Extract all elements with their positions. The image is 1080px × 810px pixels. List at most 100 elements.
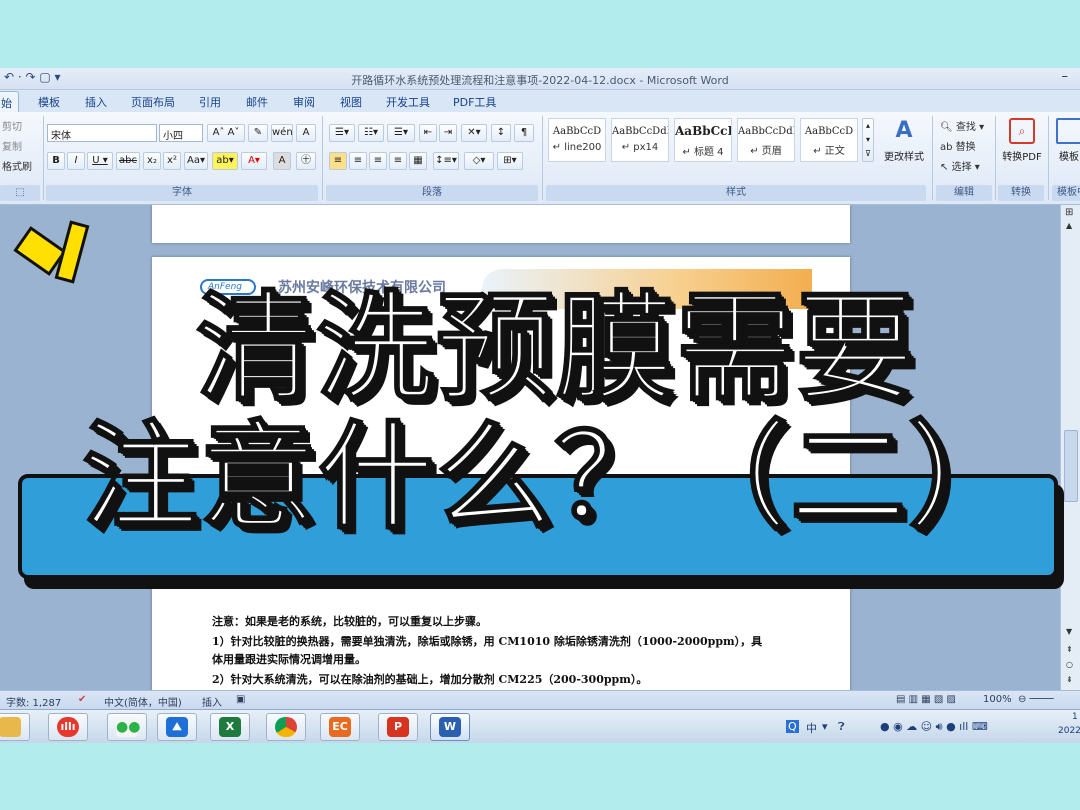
next-page-icon[interactable]: ⇟ <box>1066 675 1073 684</box>
change-styles-button[interactable]: A 更改样式 <box>878 118 930 163</box>
date[interactable]: 2022 <box>1058 726 1080 736</box>
replace-button[interactable]: ab 替换 <box>940 138 976 153</box>
tab-mailings[interactable]: 邮件 <box>246 94 268 110</box>
align-left-button[interactable]: ≡ <box>329 152 347 170</box>
char-border-button[interactable]: A <box>296 124 316 142</box>
zoom-slider[interactable]: ⊖ ──── <box>1018 694 1054 705</box>
macro-record-icon[interactable]: ▣ <box>236 694 245 705</box>
shading-button[interactable]: ◇▾ <box>464 152 494 170</box>
numbering-button[interactable]: ☷▾ <box>358 124 384 142</box>
styles-scroll-buttons[interactable]: ▴ ▾ ⊽ <box>862 118 874 162</box>
change-case-button[interactable]: Aa▾ <box>184 152 208 170</box>
font-color-button[interactable]: A▾ <box>241 152 267 170</box>
zoom-level[interactable]: 100% <box>983 694 1012 705</box>
decrease-indent-button[interactable]: ⇤ <box>419 124 437 142</box>
proofing-icon[interactable]: ✔︎ <box>78 694 86 705</box>
replace-label: 替换 <box>955 142 976 153</box>
copy-button[interactable]: 复制 <box>2 138 22 153</box>
language-indicator[interactable]: 中文(简体，中国) <box>104 694 182 709</box>
italic-button[interactable]: I <box>67 152 85 170</box>
strikethrough-button[interactable]: abc <box>116 152 140 170</box>
phonetic-button[interactable]: wén <box>271 124 293 142</box>
sort-button[interactable]: ↕ <box>491 124 511 142</box>
format-painter-button[interactable]: 格式刷 <box>2 158 32 173</box>
style-tile-px14[interactable]: AaBbCcDdI ↵ px14 <box>611 118 669 162</box>
chinese-layout-button[interactable]: ✕▾ <box>461 124 487 142</box>
line-spacing-button[interactable]: ↕≡▾ <box>433 152 459 170</box>
ruler-toggle-icon[interactable]: ⊞ <box>1065 207 1073 218</box>
style-tile-heading4[interactable]: AaBbCcI ↵ 标题 4 <box>674 118 732 162</box>
enclose-char-button[interactable]: ㊉ <box>296 152 316 170</box>
grow-shrink-font-buttons[interactable]: A˄ A˅ <box>207 124 245 142</box>
template-button[interactable]: 模板 <box>1054 118 1080 163</box>
template-label: 模板 <box>1059 152 1079 163</box>
convert-pdf-button[interactable]: ⌕ 转换PDF <box>998 118 1046 163</box>
scroll-up-icon[interactable]: ▲ <box>1066 221 1072 230</box>
prev-page-icon[interactable]: ⇞ <box>1066 645 1073 654</box>
tab-insert[interactable]: 插入 <box>85 94 107 110</box>
tab-home[interactable]: 始 <box>0 91 19 112</box>
style-tile-line200[interactable]: AaBbCcD ↵ line200 <box>548 118 606 162</box>
taskbar-video-editor[interactable]: EC <box>320 713 360 741</box>
show-marks-button[interactable]: ¶ <box>514 124 534 142</box>
tab-template[interactable]: 模板 <box>38 94 60 110</box>
taskbar-voice-app[interactable]: ıllı <box>48 713 88 741</box>
char-shading-button[interactable]: A <box>273 152 291 170</box>
bold-button[interactable]: B <box>47 152 65 170</box>
tab-page-layout[interactable]: 页面布局 <box>131 94 175 110</box>
subscript-button[interactable]: x₂ <box>143 152 161 170</box>
align-right-button[interactable]: ≡ <box>369 152 387 170</box>
taskbar-explorer[interactable] <box>0 713 30 741</box>
overlay-title-line2: 注意什么？（二） <box>81 409 1026 546</box>
taskbar: ıllı ●● ⛰ X EC P W Q 中 ▾ ❓︎ ● ◉ ☁ ☺ 🔊︎ ●… <box>0 709 1080 743</box>
font-styles-icon: A <box>895 118 913 143</box>
tray-icons[interactable]: ● ◉ ☁ ☺ 🔊︎ ● ıll ⌨ <box>880 720 988 734</box>
ime-dropdown-icon[interactable]: ▾ <box>822 720 828 733</box>
taskbar-feishu[interactable]: ⛰ <box>157 713 197 741</box>
browse-object-icon[interactable]: ○ <box>1066 660 1073 669</box>
font-size-select[interactable]: 小四 <box>159 124 203 142</box>
taskbar-wechat[interactable]: ●● <box>107 713 147 741</box>
underline-button[interactable]: U ▾ <box>87 152 113 170</box>
scrollbar-thumb[interactable] <box>1064 430 1078 502</box>
search-tray-icon[interactable]: Q <box>786 720 799 733</box>
tab-pdf-tools[interactable]: PDF工具 <box>453 94 496 110</box>
taskbar-excel[interactable]: X <box>210 713 250 741</box>
scroll-down-icon[interactable]: ▼ <box>1066 627 1072 636</box>
tab-developer[interactable]: 开发工具 <box>386 94 430 110</box>
help-icon[interactable]: ❓︎ <box>838 720 845 734</box>
style-tile-normal[interactable]: AaBbCcD ↵ 正文 <box>800 118 858 162</box>
tab-references[interactable]: 引用 <box>199 94 221 110</box>
vertical-scrollbar[interactable]: ⊞ ▲ ▼ ⇞ ○ ⇟ <box>1060 205 1080 690</box>
insert-mode[interactable]: 插入 <box>202 694 222 709</box>
font-name-select[interactable]: 宋体 <box>47 124 157 142</box>
style-tile-header[interactable]: AaBbCcDdI ↵ 页眉 <box>737 118 795 162</box>
justify-button[interactable]: ≡ <box>389 152 407 170</box>
view-buttons[interactable]: ▤ ▥ ▦ ▧ ▨ <box>896 694 956 705</box>
taskbar-pdf[interactable]: P <box>378 713 418 741</box>
cut-button[interactable]: 剪切 <box>2 118 22 133</box>
style-sample: AaBbCcD <box>552 126 602 137</box>
minimize-button[interactable]: – <box>1062 69 1069 84</box>
taskbar-word[interactable]: W <box>430 713 470 741</box>
multilevel-list-button[interactable]: ☰▾ <box>387 124 415 142</box>
clear-format-button[interactable]: ✎ <box>248 124 268 142</box>
borders-button[interactable]: ⊞▾ <box>497 152 523 170</box>
wechat-icon: ●● <box>116 717 141 737</box>
word-count[interactable]: 字数: 1,287 <box>6 694 61 709</box>
tab-view[interactable]: 视图 <box>340 94 362 110</box>
clock[interactable]: 1 <box>1072 712 1078 722</box>
template-icon <box>1056 118 1080 144</box>
superscript-button[interactable]: x² <box>163 152 181 170</box>
tab-review[interactable]: 审阅 <box>293 94 315 110</box>
highlight-button[interactable]: ab▾ <box>212 152 238 170</box>
taskbar-chrome[interactable] <box>266 713 306 741</box>
find-button[interactable]: 🔍︎ 查找 ▾ <box>940 118 984 133</box>
style-sample: AaBbCcDdI <box>612 126 668 137</box>
select-button[interactable]: ↖ 选择 ▾ <box>940 158 980 173</box>
increase-indent-button[interactable]: ⇥ <box>439 124 457 142</box>
bullets-button[interactable]: ☰▾ <box>329 124 355 142</box>
ime-indicator[interactable]: 中 <box>806 720 817 736</box>
align-center-button[interactable]: ≡ <box>349 152 367 170</box>
distributed-button[interactable]: ▦ <box>409 152 427 170</box>
